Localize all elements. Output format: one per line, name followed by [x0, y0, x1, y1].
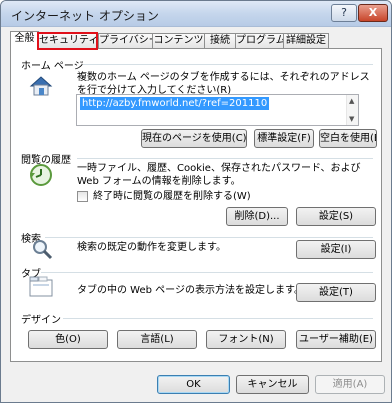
fonts-button[interactable]: フォント(N)	[206, 330, 286, 349]
history-clock-icon	[30, 164, 52, 186]
tab-security[interactable]: セキュリティ	[37, 32, 98, 50]
section-divider	[63, 318, 373, 319]
cancel-button[interactable]: キャンセル	[236, 375, 309, 394]
home-page-section-label: ホーム ページ	[21, 61, 84, 72]
delete-history-on-exit-checkbox[interactable]	[77, 191, 88, 202]
tab-programs[interactable]: プログラム	[235, 33, 284, 49]
general-tab-panel: ホーム ページ 複数のホーム ページのタブを作成するには、それぞれのアドレスを行…	[10, 48, 382, 362]
tab-advanced[interactable]: 詳細設定	[283, 33, 329, 49]
tab-connections[interactable]: 接続	[204, 33, 236, 49]
close-button[interactable]: X	[358, 4, 388, 22]
help-button[interactable]: ?	[331, 4, 357, 22]
section-divider	[41, 272, 373, 273]
section-divider	[83, 64, 373, 65]
window-title: インターネット オプション	[11, 9, 159, 23]
apply-button[interactable]: 適用(A)	[315, 375, 385, 394]
scroll-down-icon[interactable]: ▼	[349, 115, 354, 123]
home-page-url-field[interactable]: http://azby.fmworld.net/?ref=201110 ▲ ▼	[76, 94, 359, 126]
scroll-up-icon[interactable]: ▲	[349, 97, 354, 105]
delete-history-button[interactable]: 削除(D)...	[226, 207, 288, 226]
search-settings-button[interactable]: 設定(I)	[296, 240, 376, 259]
house-icon	[29, 76, 53, 96]
ok-button[interactable]: OK	[157, 375, 230, 394]
accessibility-button[interactable]: ユーザー補助(E)	[296, 330, 376, 349]
magnifier-icon	[33, 240, 53, 260]
tab-privacy[interactable]: プライバシー	[98, 33, 153, 49]
title-bar[interactable]: インターネット オプション ? X	[1, 1, 391, 27]
languages-button[interactable]: 言語(L)	[117, 330, 197, 349]
use-default-button[interactable]: 標準設定(F)	[254, 129, 314, 148]
search-description: 検索の既定の動作を変更します。	[77, 242, 226, 253]
design-section-label: デザイン	[21, 315, 61, 326]
tab-content[interactable]: コンテンツ	[152, 33, 205, 49]
history-description: 一時ファイル、履歴、Cookie、保存されたパスワード、および Web フォーム…	[77, 163, 361, 187]
colors-button[interactable]: 色(O)	[28, 330, 108, 349]
home-page-url-text: http://azby.fmworld.net/?ref=201110	[80, 97, 270, 110]
tab-general[interactable]: 全般	[10, 31, 39, 50]
tabbed-window-icon	[29, 276, 53, 297]
tabs-description: タブの中の Web ページの表示方法を設定します。	[77, 285, 304, 296]
section-divider	[45, 237, 373, 238]
use-blank-button[interactable]: 空白を使用(B)	[319, 129, 377, 148]
delete-history-on-exit-label[interactable]: 終了時に閲覧の履歴を削除する(W)	[93, 190, 251, 203]
use-current-button[interactable]: 現在のページを使用(C)	[141, 129, 247, 148]
history-settings-button[interactable]: 設定(S)	[296, 207, 376, 226]
tabs-settings-button[interactable]: 設定(T)	[296, 283, 376, 302]
section-divider	[77, 158, 373, 159]
internet-options-dialog: インターネット オプション ? X 全般 セキュリティ プライバシー コンテンツ…	[0, 0, 392, 403]
url-scrollbar[interactable]: ▲ ▼	[346, 95, 358, 125]
